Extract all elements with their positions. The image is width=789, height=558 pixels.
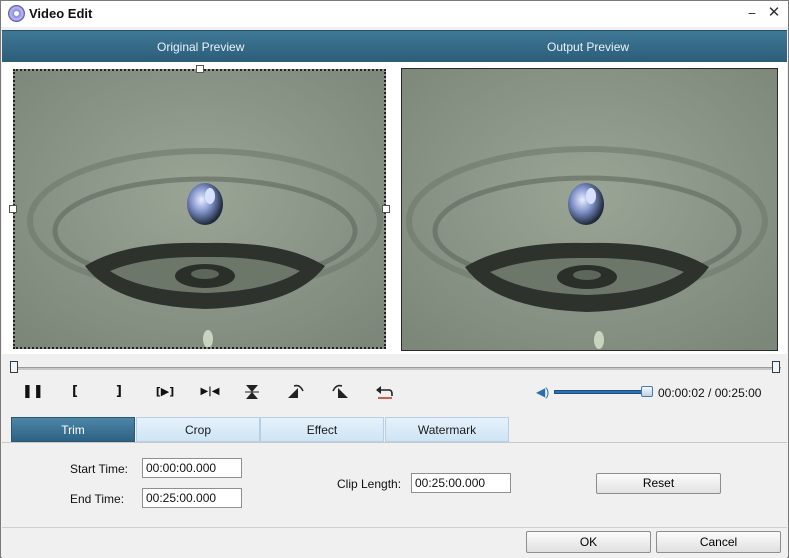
reset-button[interactable]: Reset <box>596 473 721 494</box>
minimize-icon: − <box>747 5 757 21</box>
clip-length-field[interactable]: 00:25:00.000 <box>411 473 511 493</box>
tab-trim[interactable]: Trim <box>11 417 135 442</box>
start-time-label: Start Time: <box>70 462 129 476</box>
crop-handle-right[interactable] <box>382 205 390 213</box>
split-button[interactable]: ▶|◀ <box>198 382 222 402</box>
rotate-left-button[interactable] <box>286 382 306 402</box>
video-edit-window: Video Edit − ✕ Original Preview Output P… <box>0 0 789 558</box>
crop-handle-top[interactable] <box>196 65 204 73</box>
clip-length-label: Clip Length: <box>337 477 402 491</box>
window-title: Video Edit <box>29 6 93 21</box>
app-disc-icon <box>8 5 25 22</box>
volume-slider[interactable] <box>554 390 651 394</box>
volume-slider-handle[interactable] <box>641 386 653 397</box>
minimize-button[interactable]: − <box>743 4 761 22</box>
crop-handle-left[interactable] <box>9 205 17 213</box>
end-time-label: End Time: <box>70 492 125 506</box>
output-video-frame <box>401 68 778 351</box>
original-preview-label: Original Preview <box>157 40 245 54</box>
rotate-right-button[interactable] <box>330 382 350 402</box>
end-time-field[interactable]: 00:25:00.000 <box>142 488 242 508</box>
play-selection-icon: [▶] <box>155 385 175 398</box>
mark-out-icon: ] <box>116 384 122 399</box>
cancel-button[interactable]: Cancel <box>656 531 781 553</box>
timeline-start-handle[interactable] <box>10 361 18 373</box>
pause-icon: ❚❚ <box>22 384 44 399</box>
flip-vertical-button[interactable] <box>242 382 262 402</box>
mark-in-button[interactable]: [ <box>65 382 85 402</box>
rotate-left-icon <box>288 384 304 398</box>
timeline-track[interactable] <box>13 367 781 370</box>
output-preview-label: Output Preview <box>547 40 630 54</box>
ok-button[interactable]: OK <box>526 531 651 553</box>
close-button[interactable]: ✕ <box>765 4 783 22</box>
tab-effect[interactable]: Effect <box>260 417 384 442</box>
tab-crop[interactable]: Crop <box>136 417 260 442</box>
water-drop-image <box>15 71 384 347</box>
time-readout: 00:00:02 / 00:25:00 <box>658 386 762 400</box>
original-video-frame[interactable] <box>13 69 386 349</box>
preview-header: Original Preview Output Preview <box>2 30 787 62</box>
timeline-end-handle[interactable] <box>772 361 780 373</box>
undo-button[interactable] <box>374 382 394 402</box>
mark-in-icon: [ <box>72 384 78 399</box>
split-icon: ▶|◀ <box>200 386 220 397</box>
undo-icon <box>376 386 393 399</box>
volume-icon[interactable]: ◀) <box>536 385 550 399</box>
rotate-right-icon <box>332 384 348 398</box>
title-bar: Video Edit − ✕ <box>1 1 788 27</box>
start-time-field[interactable]: 00:00:00.000 <box>142 458 242 478</box>
mark-out-button[interactable]: ] <box>109 382 129 402</box>
tab-watermark[interactable]: Watermark <box>385 417 509 442</box>
pause-button[interactable]: ❚❚ <box>22 382 44 402</box>
water-drop-output-image <box>402 69 777 350</box>
flip-vertical-icon <box>245 385 259 399</box>
close-icon: ✕ <box>767 4 781 21</box>
play-selection-button[interactable]: [▶] <box>153 382 177 402</box>
